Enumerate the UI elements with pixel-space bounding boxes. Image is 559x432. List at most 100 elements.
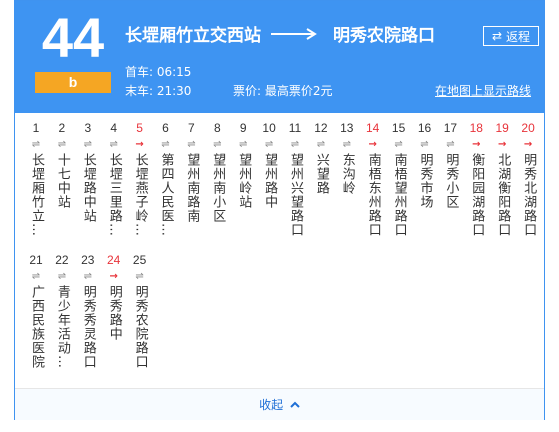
return-trip-button[interactable]: ⇄ 返程 xyxy=(483,26,539,46)
stop-number: 18 xyxy=(469,121,483,135)
stop-number: 15 xyxy=(391,121,406,135)
stop-name: 兴望路 xyxy=(313,153,329,195)
direction-arrow-icon xyxy=(271,27,317,40)
stop-name: 明秀路中 xyxy=(106,285,122,341)
stop-number: 16 xyxy=(417,121,432,135)
stop-item[interactable]: 2 ⇌ 十七中站 xyxy=(49,119,75,209)
two-way-arrow-icon: ⇌ xyxy=(187,139,196,150)
stop-name: 南梧东州路口 xyxy=(365,153,381,237)
one-way-arrow-icon: → xyxy=(523,139,533,150)
stop-number: 2 xyxy=(58,121,66,135)
stop-item[interactable]: 3 ⇌ 长堽路中站 xyxy=(75,119,101,223)
stop-item[interactable]: 13 ⇌ 东沟岭 xyxy=(334,119,360,195)
two-way-arrow-icon: ⇌ xyxy=(446,139,455,150)
stop-name: 望州岭站 xyxy=(236,153,252,209)
stop-name: 第四人民医… xyxy=(158,153,174,237)
stop-number: 22 xyxy=(55,253,69,267)
two-way-arrow-icon: ⇌ xyxy=(31,271,41,282)
route-badge: b xyxy=(35,72,111,93)
stop-number: 6 xyxy=(162,121,169,135)
stop-name: 广西民族医院 xyxy=(29,285,44,369)
two-way-arrow-icon: ⇌ xyxy=(213,139,222,150)
one-way-arrow-icon: → xyxy=(109,271,118,282)
stop-name: 南梧望州路口 xyxy=(391,153,407,237)
stop-item[interactable]: 18 → 衡阳园湖路口 xyxy=(463,119,489,237)
stop-item[interactable]: 17 ⇌ 明秀小区 xyxy=(437,119,463,209)
route-direction: 长堽厢竹立交西站 明秀农院路口 xyxy=(125,21,435,46)
stop-number: 5 xyxy=(136,121,143,135)
stop-item[interactable]: 10 ⇌ 望州路中 xyxy=(256,119,282,209)
two-way-arrow-icon: ⇌ xyxy=(342,139,351,150)
one-way-arrow-icon: → xyxy=(472,139,481,150)
fare-info: 票价: 最高票价2元 xyxy=(233,84,333,98)
stop-item[interactable]: 1 ⇌ 长堽厢竹立… xyxy=(23,119,49,237)
stop-name: 十七中站 xyxy=(54,153,70,209)
stop-number: 19 xyxy=(495,121,509,135)
stop-name: 明秀小区 xyxy=(443,153,459,209)
two-way-arrow-icon: ⇌ xyxy=(394,139,403,150)
stop-name: 东沟岭 xyxy=(339,153,355,195)
stop-number: 14 xyxy=(366,121,380,135)
stop-number: 24 xyxy=(107,253,121,267)
stop-item[interactable]: 4 ⇌ 长堽三里路… xyxy=(101,119,127,237)
stop-number: 7 xyxy=(188,121,195,135)
one-way-arrow-icon: → xyxy=(135,139,144,150)
two-way-arrow-icon: ⇌ xyxy=(135,271,144,282)
stop-item[interactable]: 25 ⇌ 明秀农院路口 xyxy=(127,251,153,369)
two-way-arrow-icon: ⇌ xyxy=(109,139,118,150)
stop-number: 21 xyxy=(29,253,43,267)
stop-item[interactable]: 21 ⇌ 广西民族医院 xyxy=(23,251,49,369)
stop-name: 望州路中 xyxy=(262,153,278,209)
two-way-arrow-icon: ⇌ xyxy=(57,139,67,150)
stop-item[interactable]: 8 ⇌ 望州南小区 xyxy=(204,119,230,223)
stop-number: 1 xyxy=(32,121,40,135)
destination-stop: 明秀农院路口 xyxy=(333,26,435,46)
collapse-button[interactable]: 收起 xyxy=(15,396,544,413)
stop-item[interactable]: 15 ⇌ 南梧望州路口 xyxy=(386,119,412,237)
two-way-arrow-icon: ⇌ xyxy=(290,139,300,150)
stop-name: 明秀市场 xyxy=(417,153,433,209)
first-bus-time: 首车: 06:15 xyxy=(125,65,192,79)
stop-item[interactable]: 23 ⇌ 明秀秀灵路口 xyxy=(75,251,101,369)
stop-number: 12 xyxy=(314,121,328,135)
stop-item[interactable]: 7 ⇌ 望州南路南 xyxy=(178,119,204,223)
two-way-arrow-icon: ⇌ xyxy=(57,271,67,282)
stop-item[interactable]: 6 ⇌ 第四人民医… xyxy=(153,119,179,237)
stop-list: 1 ⇌ 长堽厢竹立… 2 ⇌ 十七中站 3 ⇌ 长堽路中站 4 ⇌ 长堽三里路… 5 → 长堽燕子岭… 6 ⇌ 第… xyxy=(15,113,544,388)
bus-route-card: 44 b 长堽厢竹立交西站 明秀农院路口 ⇄ 返程 首车: 06:15 末车: … xyxy=(14,0,545,420)
stop-name: 长堽燕子岭… xyxy=(132,153,148,237)
two-way-arrow-icon: ⇌ xyxy=(316,139,326,150)
stop-item[interactable]: 22 ⇌ 青少年活动… xyxy=(49,251,75,369)
stop-item[interactable]: 20 → 明秀北湖路口 xyxy=(515,119,541,237)
stop-number: 4 xyxy=(110,121,118,135)
stop-name: 衡阳园湖路口 xyxy=(469,153,485,237)
stop-number: 25 xyxy=(132,253,147,267)
stop-number: 17 xyxy=(443,121,458,135)
stop-item[interactable]: 5 → 长堽燕子岭… xyxy=(127,119,153,237)
stop-item[interactable]: 12 ⇌ 兴望路 xyxy=(308,119,334,195)
stop-item[interactable]: 24 → 明秀路中 xyxy=(101,251,127,341)
two-way-arrow-icon: ⇌ xyxy=(420,139,429,150)
stop-name: 明秀北湖路口 xyxy=(521,153,537,237)
stop-name: 望州南小区 xyxy=(210,153,226,223)
stop-number: 9 xyxy=(239,121,247,135)
stop-name: 明秀农院路口 xyxy=(132,285,148,369)
stop-number: 11 xyxy=(288,121,302,135)
chevron-up-icon xyxy=(290,401,300,408)
stop-name: 北湖衡阳路口 xyxy=(495,153,511,237)
stop-item[interactable]: 16 ⇌ 明秀市场 xyxy=(412,119,438,209)
show-route-on-map-link[interactable]: 在地图上显示路线 xyxy=(435,82,531,99)
stop-name: 望州兴望路口 xyxy=(288,153,303,237)
stop-item[interactable]: 9 ⇌ 望州岭站 xyxy=(230,119,256,209)
stop-name: 明秀秀灵路口 xyxy=(80,285,96,369)
route-number: 44 xyxy=(41,6,105,69)
two-way-arrow-icon: ⇌ xyxy=(83,139,92,150)
last-bus-time: 末车: 21:30 xyxy=(125,84,192,98)
stop-item[interactable]: 19 → 北湖衡阳路口 xyxy=(489,119,515,237)
stop-item[interactable]: 11 ⇌ 望州兴望路口 xyxy=(282,119,308,237)
origin-stop: 长堽厢竹立交西站 xyxy=(125,26,261,46)
stop-name: 青少年活动… xyxy=(54,285,70,369)
stop-item[interactable]: 14 → 南梧东州路口 xyxy=(360,119,386,237)
return-trip-label: 返程 xyxy=(506,29,531,44)
stop-number: 10 xyxy=(262,121,276,135)
